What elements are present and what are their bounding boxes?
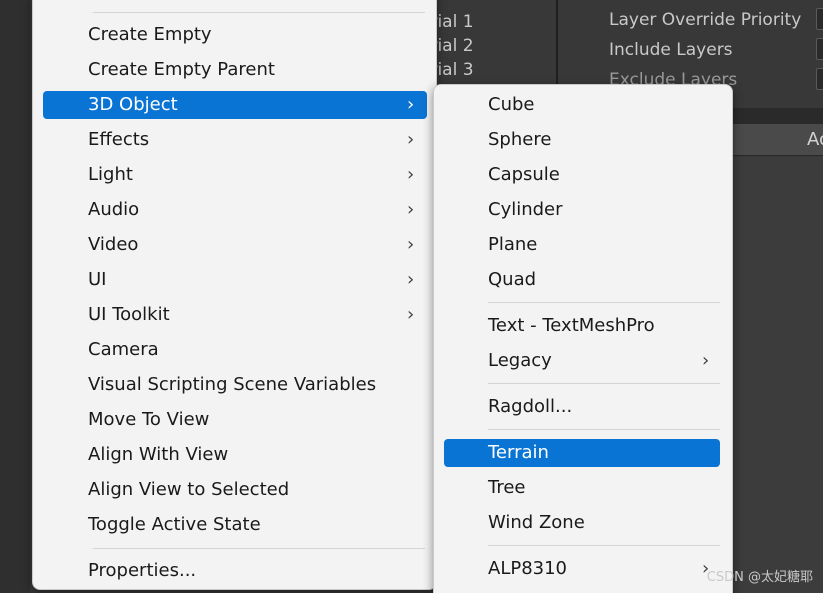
menu-item-label: Ragdoll... bbox=[488, 396, 573, 417]
menu-item-label: Plane bbox=[488, 234, 538, 255]
menu-item-label: Text - TextMeshPro bbox=[488, 315, 655, 336]
chevron-right-icon: › bbox=[407, 129, 415, 150]
menu-item-cylinder[interactable]: Cylinder bbox=[444, 196, 720, 224]
menu-item-text-textmeshpro[interactable]: Text - TextMeshPro bbox=[444, 312, 720, 340]
menu-item-label: Legacy bbox=[488, 350, 552, 371]
menu-item-label: Quad bbox=[488, 269, 537, 290]
menu-item-ui-toolkit[interactable]: UI Toolkit › bbox=[43, 301, 427, 329]
menu-item-cube[interactable]: Cube bbox=[444, 91, 720, 119]
menu-item-move-to-view[interactable]: Move To View bbox=[43, 406, 427, 434]
menu-item-capsule[interactable]: Capsule bbox=[444, 161, 720, 189]
menu-item-camera[interactable]: Camera bbox=[43, 336, 427, 364]
menu-item-alp8310[interactable]: ALP8310 › bbox=[444, 555, 720, 583]
menu-separator bbox=[488, 383, 720, 384]
menu-item-ui[interactable]: UI › bbox=[43, 266, 427, 294]
menu-separator bbox=[93, 548, 425, 549]
menu-item-label: Create Empty Parent bbox=[88, 59, 275, 80]
menu-item-3d-object[interactable]: 3D Object › bbox=[43, 91, 427, 119]
menu-item-align-with-view[interactable]: Align With View bbox=[43, 441, 427, 469]
menu-item-toggle-active-state[interactable]: Toggle Active State bbox=[43, 511, 427, 539]
add-component-button[interactable]: Ac bbox=[722, 124, 823, 156]
menu-item-align-view-to-selected[interactable]: Align View to Selected bbox=[43, 476, 427, 504]
menu-item-label: Video bbox=[88, 234, 139, 255]
menu-item-label: Light bbox=[88, 164, 133, 185]
menu-item-label: Move To View bbox=[88, 409, 210, 430]
menu-item-properties[interactable]: Properties... bbox=[43, 557, 427, 585]
menu-item-label: UI Toolkit bbox=[88, 304, 170, 325]
exclude-layers-field[interactable] bbox=[816, 68, 823, 90]
left-panel bbox=[0, 0, 30, 593]
menu-item-label: Audio bbox=[88, 199, 140, 220]
menu-item-label: Align View to Selected bbox=[88, 479, 290, 500]
menu-item-label: Properties... bbox=[88, 560, 197, 581]
menu-item-label: Terrain bbox=[488, 442, 549, 463]
menu-item-terrain[interactable]: Terrain bbox=[444, 439, 720, 467]
menu-item-audio[interactable]: Audio › bbox=[43, 196, 427, 224]
menu-separator bbox=[488, 302, 720, 303]
menu-item-video[interactable]: Video › bbox=[43, 231, 427, 259]
menu-item-create-empty[interactable]: Create Empty bbox=[43, 21, 427, 49]
chevron-right-icon: › bbox=[407, 234, 415, 255]
include-layers-field[interactable] bbox=[816, 38, 823, 60]
menu-item-label: Capsule bbox=[488, 164, 560, 185]
menu-item-label: Toggle Active State bbox=[88, 514, 261, 535]
menu-item-label: Visual Scripting Scene Variables bbox=[88, 374, 377, 395]
menu-item-sphere[interactable]: Sphere bbox=[444, 126, 720, 154]
menu-item-plane[interactable]: Plane bbox=[444, 231, 720, 259]
menu-item-light[interactable]: Light › bbox=[43, 161, 427, 189]
menu-item-label: Align With View bbox=[88, 444, 229, 465]
layer-override-priority-label: Layer Override Priority bbox=[609, 10, 802, 30]
chevron-right-icon: › bbox=[407, 164, 415, 185]
add-component-label: Ac bbox=[807, 129, 823, 150]
menu-item-label: Tree bbox=[488, 477, 526, 498]
menu-separator bbox=[93, 12, 425, 13]
menu-item-ragdoll[interactable]: Ragdoll... bbox=[444, 393, 720, 421]
chevron-right-icon: › bbox=[407, 94, 415, 115]
menu-item-label: Cube bbox=[488, 94, 535, 115]
menu-item-label: Cylinder bbox=[488, 199, 563, 220]
chevron-right-icon: › bbox=[407, 199, 415, 220]
layer-override-priority-field[interactable] bbox=[816, 8, 823, 30]
menu-item-legacy[interactable]: Legacy › bbox=[444, 347, 720, 375]
menu-item-label: ALP8310 bbox=[488, 558, 568, 579]
menu-item-create-empty-parent[interactable]: Create Empty Parent bbox=[43, 56, 427, 84]
3d-object-submenu: Cube Sphere Capsule Cylinder Plane Quad … bbox=[433, 84, 733, 593]
menu-item-label: Sphere bbox=[488, 129, 552, 150]
chevron-right-icon: › bbox=[407, 269, 415, 290]
menu-item-visual-scripting-scene-variables[interactable]: Visual Scripting Scene Variables bbox=[43, 371, 427, 399]
menu-item-quad[interactable]: Quad bbox=[444, 266, 720, 294]
menu-item-effects[interactable]: Effects › bbox=[43, 126, 427, 154]
menu-separator bbox=[488, 429, 720, 430]
menu-item-tree[interactable]: Tree bbox=[444, 474, 720, 502]
chevron-right-icon: › bbox=[407, 304, 415, 325]
menu-item-label: Camera bbox=[88, 339, 159, 360]
menu-item-label: Create Empty bbox=[88, 24, 212, 45]
menu-item-label: Effects bbox=[88, 129, 150, 150]
menu-item-wind-zone[interactable]: Wind Zone bbox=[444, 509, 720, 537]
context-menu: Create Empty Create Empty Parent 3D Obje… bbox=[32, 0, 437, 590]
menu-item-label: UI bbox=[88, 269, 107, 290]
menu-item-label: 3D Object bbox=[88, 94, 178, 115]
watermark: CSDN @太妃糖耶 bbox=[706, 570, 813, 585]
menu-item-label: Wind Zone bbox=[488, 512, 585, 533]
menu-separator bbox=[488, 545, 720, 546]
include-layers-label: Include Layers bbox=[609, 40, 733, 60]
chevron-right-icon: › bbox=[702, 350, 710, 371]
